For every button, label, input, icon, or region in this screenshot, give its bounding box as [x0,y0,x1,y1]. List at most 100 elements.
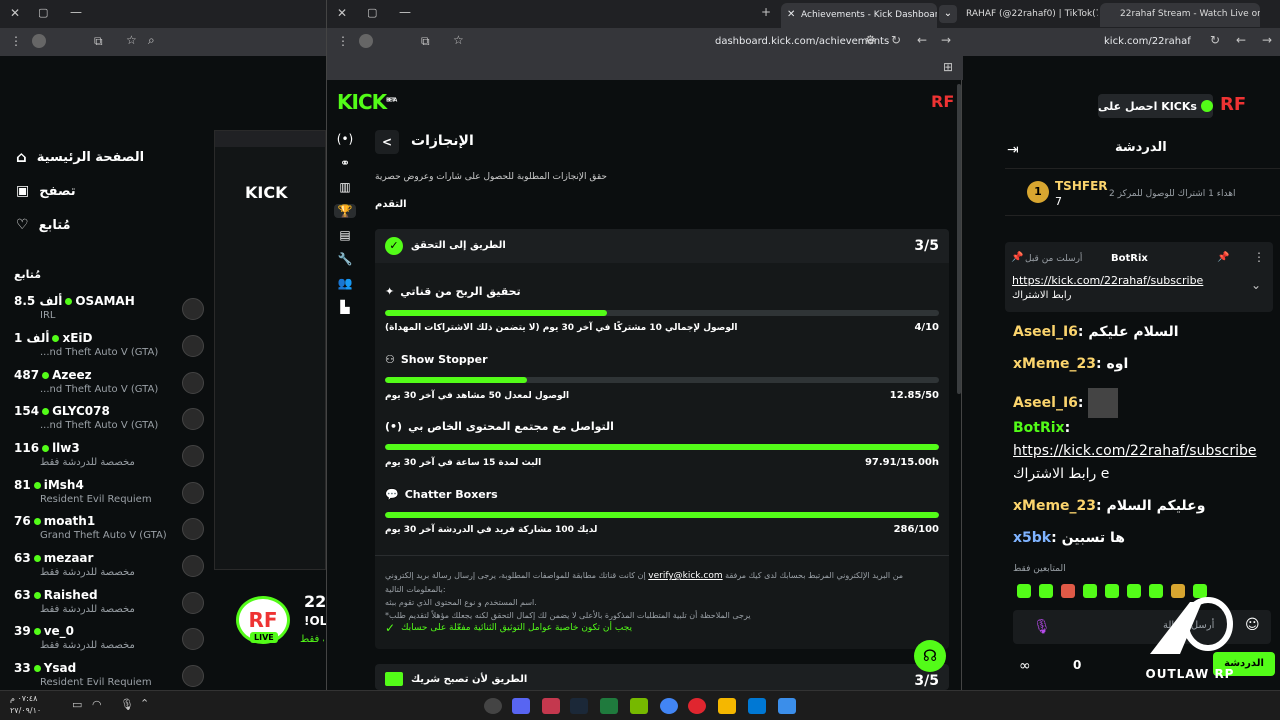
extensions-icon[interactable]: ⧉ [94,34,103,49]
card-header[interactable]: ✓ الطريق إلى التحقق 3/5 [375,229,949,263]
file-explorer-icon[interactable] [718,698,736,714]
chevron-up-icon[interactable]: ⌃ [140,697,149,710]
broadcast-icon[interactable]: (•) [337,132,353,146]
emoji-icon[interactable]: ☺ [1245,617,1260,633]
chat-link[interactable]: https://kick.com/22rahaf/subscribe [1013,443,1270,459]
community-icon[interactable]: ▙ [340,300,349,314]
more-options-icon[interactable]: ⋮ [1253,250,1265,264]
maximize-icon[interactable]: ▢ [367,6,377,19]
back-button[interactable]: < [375,130,399,154]
tab-stream[interactable]: 22rahaf Stream - Watch Live on [1100,3,1260,27]
chat-username[interactable]: x5bk [1013,530,1051,546]
back-url[interactable]: kick.com/22rahaf [1104,36,1191,47]
nav-home[interactable]: ⌂ الصفحة الرئيسية [16,144,198,170]
video-icon[interactable]: ▤ [339,228,350,242]
emote-icon[interactable] [1105,584,1119,598]
wrench-icon[interactable]: 🔧 [338,252,353,266]
steam-icon[interactable] [570,698,588,714]
dashboard-kick-logo[interactable]: KICKBETA [337,90,397,114]
emote-icon[interactable] [1083,584,1097,598]
tab-tiktok[interactable]: RAHAF (@22rahaf0) | TikTok(7) [962,4,1098,26]
collapse-chat-icon[interactable]: ⇥ [1007,142,1019,158]
back-arrow-icon[interactable]: ← [1236,33,1246,47]
tab-close-icon[interactable]: ✕ [787,9,795,20]
chat-username[interactable]: BotRix [1013,420,1065,436]
following-item[interactable]: 76 moath1 Grand Theft Auto V (GTA) [14,514,204,548]
chat-username[interactable]: xMeme_23 [1013,356,1096,372]
following-item[interactable]: 154 GLYC078 ...nd Theft Auto V (GTA) [14,404,204,438]
forward-arrow-icon[interactable]: → [941,33,951,47]
minimize-icon[interactable]: — [70,5,82,19]
pinned-user[interactable]: BotRix [1111,253,1148,264]
following-item[interactable]: 81 iMsh4 Resident Evil Requiem [14,478,204,512]
app-a-icon[interactable] [542,698,560,714]
following-item[interactable]: 39 ve_0 مخصصة للدردشة فقط [14,624,204,658]
xbox-icon[interactable] [600,698,618,714]
support-button[interactable]: ☊ [914,640,946,672]
mic-icon[interactable]: 🎙 [120,698,134,711]
profile-avatar[interactable] [359,34,373,48]
emote-icon[interactable] [1039,584,1053,598]
dashboard-channel-avatar[interactable]: RF [931,92,954,111]
system-clock[interactable]: ٠٧:٤٨ م ٢٧/٠٩/١٠ [10,693,41,717]
close-icon[interactable]: ✕ [10,6,20,20]
menu-dots-icon[interactable]: ⋮ [337,34,349,48]
minimize-icon[interactable]: — [399,5,411,19]
bookmark-star-icon[interactable]: ☆ [453,33,464,47]
forward-arrow-icon[interactable]: → [1262,33,1272,47]
nav-browse[interactable]: ▣ تصفح [16,178,198,204]
emote-icon[interactable] [1127,584,1141,598]
chat-username[interactable]: Aseel_I6 [1013,395,1078,411]
start-menu-icon[interactable] [778,698,796,714]
apps-grid-icon[interactable]: ⊞ [943,60,953,74]
chat-username[interactable]: Aseel_I6 [1013,324,1078,340]
users-icon[interactable]: 👥 [338,276,353,290]
extensions-icon[interactable]: ⧉ [421,34,430,49]
discord-icon[interactable] [512,698,530,714]
chrome-icon[interactable] [660,698,678,714]
reload-icon[interactable]: ↻ [891,33,901,47]
pinned-link[interactable]: https://kick.com/22rahaf/subscribe [1012,274,1222,287]
reload-icon[interactable]: ↻ [1210,33,1220,47]
stream-category-tag[interactable]: دقة فقط [300,634,324,645]
unpin-icon[interactable]: 📌 [1217,252,1229,263]
emote-icon[interactable] [1061,584,1075,598]
following-item[interactable]: 487 Azeez ...nd Theft Auto V (GTA) [14,368,204,402]
nav-following[interactable]: ♡ مُتابع [16,212,198,238]
analytics-icon[interactable]: ▥ [339,180,350,194]
store-icon[interactable] [748,698,766,714]
following-item[interactable]: 63 Raished مخصصة للدردشة فقط [14,588,204,622]
tab-list-dropdown-icon[interactable]: ⌄ [939,5,957,23]
verify-email-link[interactable]: verify@kick.com [648,571,722,581]
profile-avatar[interactable] [32,34,46,48]
nvidia-icon[interactable] [630,698,648,714]
site-settings-icon[interactable]: ⚙ [865,33,876,47]
obs-icon[interactable] [484,698,502,714]
front-url[interactable]: dashboard.kick.com/achievements [715,36,889,47]
bookmark-star-icon[interactable]: ☆ [126,33,137,47]
opera-icon[interactable] [688,698,706,714]
expand-chevron-icon[interactable]: ⌄ [1251,278,1261,292]
maximize-icon[interactable]: ▢ [38,6,48,19]
chat-username[interactable]: xMeme_23 [1013,498,1096,514]
battery-icon[interactable]: ▭ [72,698,82,711]
following-item[interactable]: 1 ألف xEiD ...nd Theft Auto V (GTA) [14,331,204,365]
emote-icon[interactable] [1017,584,1031,598]
partner-card[interactable]: الطريق لأن تصبح شريك 3/5 [375,664,949,690]
following-item[interactable]: 63 mezaar مخصصة للدردشة فقط [14,551,204,585]
back-arrow-icon[interactable]: ← [917,33,927,47]
link-icon[interactable]: ⚭ [340,156,350,170]
following-item[interactable]: 116 llw3 مخصصة للدردشة فقط [14,441,204,475]
search-icon[interactable]: ⌕ [148,33,155,48]
wifi-icon[interactable]: ◠ [92,698,102,711]
top-gifter-name[interactable]: TSHFER [1055,179,1108,193]
close-icon[interactable]: ✕ [337,6,347,20]
microphone-icon[interactable]: 🎙 [1033,619,1051,635]
trophy-icon[interactable]: 🏆 [334,204,356,218]
tab-achievements[interactable]: ✕ Achievements - Kick Dashboard [781,3,937,28]
scrollbar[interactable] [957,84,961,394]
channel-avatar[interactable]: RF [1220,94,1246,115]
get-kicks-button[interactable]: احصل على KICKs [1098,94,1213,118]
following-item[interactable]: 8.5 ألف OSAMAH IRL [14,294,204,328]
menu-dots-icon[interactable]: ⋮ [10,34,22,48]
